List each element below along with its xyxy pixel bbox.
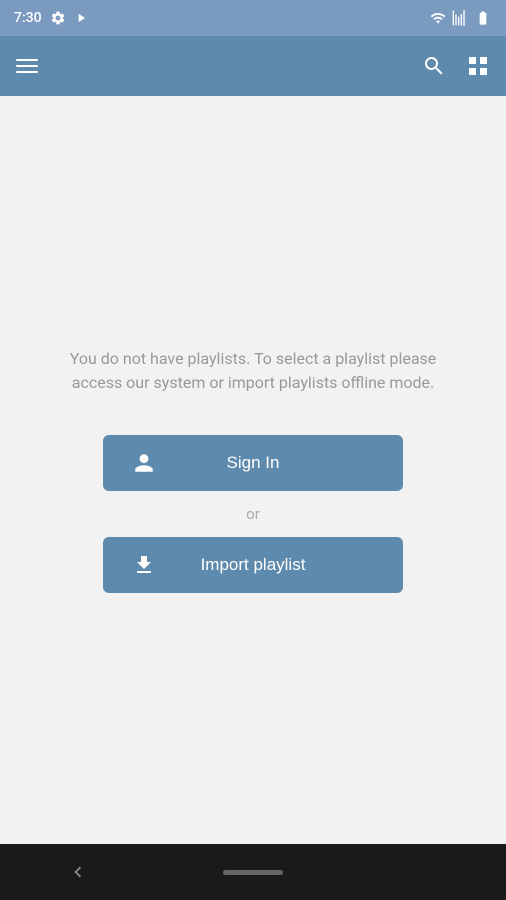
search-button[interactable] (422, 54, 446, 78)
app-bar (0, 36, 506, 96)
battery-icon (474, 10, 492, 26)
status-left: 7:30 (14, 10, 88, 26)
download-icon (119, 553, 169, 577)
menu-button[interactable] (16, 59, 38, 73)
app-bar-left (16, 59, 38, 73)
bottom-navigation-bar (0, 844, 506, 900)
home-indicator[interactable] (223, 870, 283, 875)
search-icon (422, 54, 446, 78)
status-bar: 7:30 (0, 0, 506, 36)
signal-icon (452, 10, 468, 26)
sign-in-button[interactable]: Sign In (103, 435, 403, 491)
back-button[interactable] (67, 861, 89, 883)
grid-button[interactable] (466, 54, 490, 78)
sign-in-label: Sign In (169, 453, 337, 473)
spacer (417, 861, 439, 883)
home-pill (223, 870, 283, 875)
grid-icon (466, 54, 490, 78)
main-content: You do not have playlists. To select a p… (0, 96, 506, 844)
import-playlist-button[interactable]: Import playlist (103, 537, 403, 593)
wifi-icon (430, 10, 446, 26)
buttons-container: Sign In or Import playlist (103, 435, 403, 593)
back-icon (67, 861, 89, 883)
status-right (430, 10, 492, 26)
app-bar-right (422, 54, 490, 78)
or-separator: or (246, 491, 260, 537)
play-icon (74, 11, 88, 25)
import-playlist-label: Import playlist (169, 555, 337, 575)
person-icon (119, 452, 169, 474)
empty-message: You do not have playlists. To select a p… (63, 347, 443, 395)
settings-icon (50, 10, 66, 26)
time-display: 7:30 (14, 10, 42, 26)
